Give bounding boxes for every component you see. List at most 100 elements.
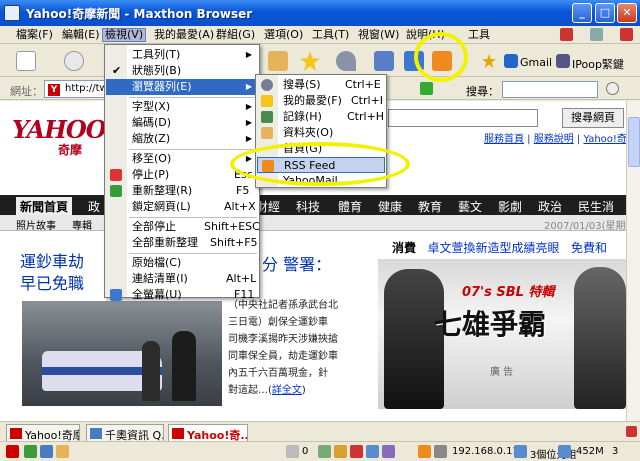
maxthon-app-icon <box>4 5 20 21</box>
nav-tab-livelihood[interactable]: 民生消 <box>578 197 614 215</box>
status-check-icon[interactable] <box>24 445 37 458</box>
news-navbar: 新聞首頁 政 財經 科技 體育 健康 教育 藝文 影劇 政治 民生消 <box>0 195 626 215</box>
status-rss-icon[interactable] <box>418 445 431 458</box>
status-memory-icon <box>558 445 571 458</box>
status-flash-icon[interactable] <box>334 445 347 458</box>
sbl-ad-banner[interactable]: 07's SBL 特輯 七雄爭霸 <box>378 259 626 409</box>
submenu-favorites[interactable]: 我的最愛(F) Ctrl+I <box>257 93 385 109</box>
close-all-icon[interactable] <box>620 28 633 41</box>
page-search-input[interactable] <box>388 109 538 127</box>
submenu-folders[interactable]: 資料夾(O) <box>257 125 385 141</box>
status-yahoo-icon <box>6 445 19 458</box>
menu-refresh[interactable]: 重新整理(R) F5 <box>106 183 258 199</box>
ad-caption: 廣 告 <box>490 367 514 378</box>
submenu-search[interactable]: 搜尋(S) Ctrl+E <box>257 77 385 93</box>
subnav-photo-story[interactable]: 照片故事 <box>16 217 56 232</box>
menu-browser-bar[interactable]: 瀏覽器列(E) ▶ <box>106 79 258 95</box>
status-popup-icon[interactable] <box>366 445 379 458</box>
search-icon <box>261 79 273 91</box>
bookmark-star-icon[interactable] <box>482 54 496 68</box>
menu-view[interactable]: 檢視(V) <box>102 28 147 42</box>
nav-tab-sports[interactable]: 體育 <box>338 197 362 215</box>
scrollbar-thumb[interactable] <box>628 117 640 167</box>
link-service-help[interactable]: 服務說明 <box>534 134 574 145</box>
nav-tab-entertainment[interactable]: 影劇 <box>498 197 522 215</box>
menu-refresh-all[interactable]: 全部重新整理 Shift+F5 <box>106 235 258 251</box>
ipoop-icon <box>556 54 570 68</box>
menu-encoding[interactable]: 編碼(D) ▶ <box>106 115 258 131</box>
menu-file[interactable]: 檔案(F) <box>14 28 55 42</box>
page-search-button[interactable]: 搜尋網頁 <box>562 108 624 128</box>
nav-tab-politics[interactable]: 政 <box>88 197 100 215</box>
link-yahoo[interactable]: Yahoo!奇 <box>583 134 626 145</box>
article-line: 同車保全員，劫走運鈔車 <box>228 351 338 362</box>
nav-tab-arts[interactable]: 藝文 <box>458 197 482 215</box>
menu-window[interactable]: 視窗(W) <box>356 28 401 42</box>
go-icon[interactable] <box>420 82 433 95</box>
menu-source[interactable]: 原始檔(C) <box>106 255 258 271</box>
top-links: 服務首頁 | 服務說明 | Yahoo!奇 <box>484 134 626 145</box>
tools-icon[interactable] <box>374 51 394 71</box>
headline[interactable]: 運鈔車劫 早已免職 <box>20 251 84 295</box>
menu-favorites[interactable]: 我的最愛(A) <box>152 28 216 42</box>
home-icon[interactable] <box>268 51 288 71</box>
address-label: 網址： <box>10 85 43 98</box>
favorites-star-icon[interactable] <box>300 51 320 71</box>
restore-tab-icon[interactable] <box>590 28 603 41</box>
status-script-icon[interactable] <box>382 445 395 458</box>
vertical-scrollbar[interactable] <box>626 101 640 421</box>
tab-qianao[interactable]: 千奧資訊 Q... <box>86 424 164 441</box>
menu-toolbar[interactable]: 工具列(T) ▶ <box>106 47 258 63</box>
minimize-button[interactable]: _ <box>572 3 592 23</box>
menu-stop-all[interactable]: 全部停止 Shift+ESC <box>106 219 260 235</box>
nav-tab-health[interactable]: 健康 <box>378 197 402 215</box>
new-page-icon[interactable] <box>16 51 36 71</box>
news-photo[interactable] <box>22 301 222 406</box>
menu-tools[interactable]: 工具(T) <box>310 28 351 42</box>
submenu-history[interactable]: 記錄(H) Ctrl+H <box>257 109 385 125</box>
article-text: （中央社記者孫承武台北 三日電）創保全運鈔車 司機李溪揚昨天涉嫌挾搶 同車保全員… <box>228 297 352 399</box>
headline-right[interactable]: 分 警署： <box>262 251 331 275</box>
yahoo-logo[interactable]: YAHOO! <box>12 115 116 144</box>
undo-icon[interactable] <box>336 51 356 71</box>
maximize-button[interactable]: □ <box>595 3 615 23</box>
yahoo-tab-icon <box>172 428 184 439</box>
refresh-icon <box>110 185 122 197</box>
ad-link[interactable]: 卓文萱換新造型成績亮眼 <box>427 241 559 255</box>
menu-options[interactable]: 選項(O) <box>262 28 305 42</box>
menu-statusbar[interactable]: ✔ 狀態列(B) <box>106 63 258 79</box>
menu-fullscreen[interactable]: 全螢幕(U) F11 <box>106 287 258 303</box>
status-page-icon[interactable] <box>40 445 53 458</box>
search-input[interactable] <box>502 81 598 98</box>
menu-font[interactable]: 字型(X) ▶ <box>106 99 258 115</box>
back-arrow-icon[interactable] <box>64 51 84 71</box>
nav-tab-home[interactable]: 新聞首頁 <box>16 197 73 215</box>
status-block-icon[interactable] <box>350 445 363 458</box>
menu-edit[interactable]: 編輯(E) <box>60 28 102 42</box>
close-tab-icon[interactable] <box>560 28 573 41</box>
menu-groups[interactable]: 群組(G) <box>214 28 257 42</box>
status-folder-icon[interactable] <box>56 445 69 458</box>
tab-yahoo-1[interactable]: Yahoo!奇摩 <box>6 424 80 441</box>
nav-tab-politics-2[interactable]: 政治 <box>538 197 562 215</box>
close-button[interactable]: ✕ <box>617 3 637 23</box>
subnav-album[interactable]: 專輯 <box>72 217 92 232</box>
tab-yahoo-active[interactable]: Yahoo!奇... <box>168 424 248 441</box>
yahoo-favicon-icon: Y <box>48 84 60 96</box>
link-service-home[interactable]: 服務首頁 <box>484 134 524 145</box>
ad-more-link[interactable]: 免費和 <box>571 241 607 255</box>
gmail-link[interactable]: Gmail <box>520 56 552 69</box>
read-more-link[interactable]: 詳全文 <box>272 385 302 396</box>
ad-headline: 消費 卓文萱換新造型成績亮眼 免費和 <box>392 239 607 256</box>
menu-lock-page[interactable]: 鎖定網頁(L) Alt+X <box>106 199 258 215</box>
nav-tab-education[interactable]: 教育 <box>418 197 442 215</box>
close-tab-icon[interactable] <box>626 426 637 437</box>
ipoop-link[interactable]: IPoop緊鍵 <box>572 56 624 72</box>
nav-tab-tech[interactable]: 科技 <box>296 197 320 215</box>
ad-player-right <box>574 267 626 409</box>
menu-zoom[interactable]: 縮放(Z) ▶ <box>106 131 258 147</box>
compass-icon[interactable] <box>606 82 619 95</box>
menu-link-list[interactable]: 連結清單(I) Alt+L <box>106 271 258 287</box>
status-net-icon[interactable] <box>318 445 331 458</box>
ad-tag: 消費 <box>392 241 417 255</box>
